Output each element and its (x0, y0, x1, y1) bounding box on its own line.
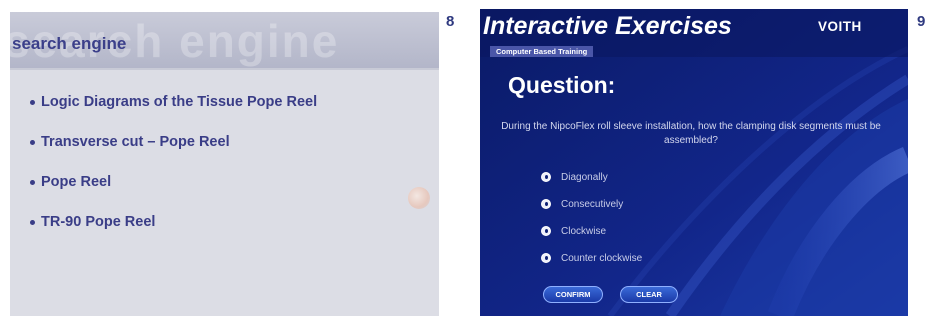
bullet-icon (30, 219, 35, 225)
search-result-label: Logic Diagrams of the Tissue Pope Reel (41, 94, 318, 110)
question-text: During the NipcoFlex roll sleeve install… (501, 121, 881, 146)
answer-options: Diagonally Consecutively Clockwise Count… (541, 169, 642, 277)
bullet-icon (30, 139, 35, 145)
page-number-left: 8 (446, 13, 455, 30)
interactive-exercises-panel: Interactive Exercises Computer Based Tra… (480, 9, 908, 316)
voith-logo: VOITH (818, 19, 862, 34)
answer-option[interactable]: Consecutively (541, 196, 642, 212)
radio-button-icon[interactable] (541, 226, 551, 236)
answer-option[interactable]: Diagonally (541, 169, 642, 185)
exercises-subtitle: Computer Based Training (490, 46, 594, 57)
bullet-icon (30, 99, 35, 105)
search-result-link[interactable]: TR-90 Pope Reel (30, 212, 317, 232)
question-label: Question: (508, 72, 616, 98)
radio-button-icon[interactable] (541, 199, 551, 209)
confirm-button[interactable]: CONFIRM (543, 286, 603, 303)
answer-option-label: Counter clockwise (561, 252, 643, 264)
clear-button[interactable]: CLEAR (620, 286, 678, 303)
answer-option-label: Consecutively (561, 198, 624, 210)
search-result-link[interactable]: Transverse cut – Pope Reel (30, 132, 317, 152)
search-engine-header: search engine search engine (10, 12, 439, 70)
search-result-label: TR-90 Pope Reel (41, 214, 156, 230)
answer-option[interactable]: Clockwise (541, 223, 642, 239)
page-number-right: 9 (917, 13, 926, 30)
search-result-label: Transverse cut – Pope Reel (41, 134, 230, 150)
search-result-link[interactable]: Pope Reel (30, 172, 317, 192)
answer-option-label: Clockwise (561, 225, 607, 237)
answer-option-label: Diagonally (561, 171, 608, 183)
radio-button-icon[interactable] (541, 172, 551, 182)
search-result-link[interactable]: Logic Diagrams of the Tissue Pope Reel (30, 92, 317, 112)
search-engine-title: search engine (12, 34, 127, 53)
search-result-label: Pope Reel (41, 174, 112, 190)
search-results-list: Logic Diagrams of the Tissue Pope Reel T… (30, 92, 317, 252)
radio-button-icon[interactable] (541, 253, 551, 263)
decorative-orb-icon (408, 187, 430, 209)
answer-option[interactable]: Counter clockwise (541, 250, 642, 266)
search-engine-panel: search engine search engine Logic Diagra… (10, 12, 439, 316)
exercises-title: Interactive Exercises (483, 12, 732, 40)
bullet-icon (30, 179, 35, 185)
